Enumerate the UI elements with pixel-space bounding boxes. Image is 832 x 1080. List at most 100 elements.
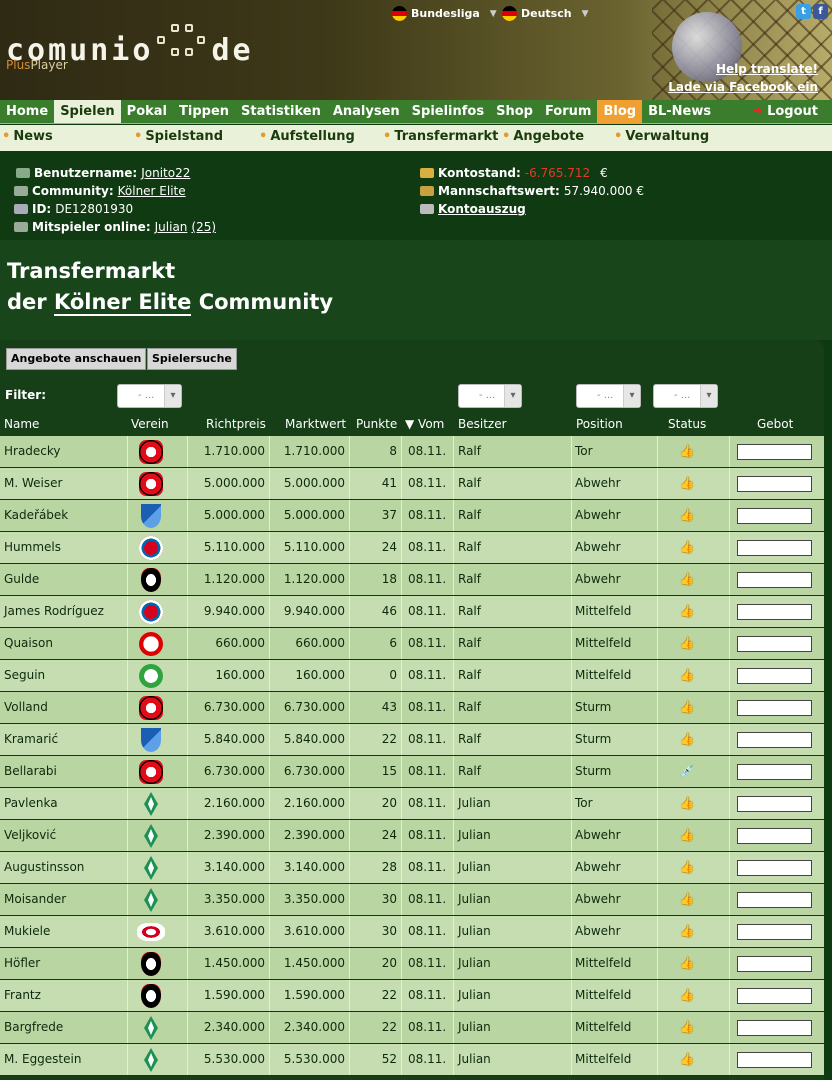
club-crest-icon[interactable] [137,952,165,976]
player-name[interactable]: Veljković [0,820,128,851]
table-row[interactable]: M. Eggestein 5.530.000 5.530.000 52 08.11. Ju… [0,1044,824,1076]
table-row[interactable]: Höfler 1.450.000 1.450.000 20 08.11. Julian Mi… [0,948,824,980]
table-row[interactable]: Gulde 1.120.000 1.120.000 18 08.11. Ralf Abweh… [0,564,824,596]
bid-input[interactable] [737,1020,812,1036]
table-row[interactable]: Hradecky 1.710.000 1.710.000 8 08.11. Ralf Tor… [0,436,824,468]
player-name[interactable]: James Rodríguez [0,596,128,627]
club-crest-icon[interactable] [137,536,165,560]
player-name[interactable]: Moisander [0,884,128,915]
community-link[interactable]: Kölner Elite [118,184,186,198]
bid-input[interactable] [737,540,812,556]
subnav-verwaltung[interactable]: Verwaltung [614,129,709,144]
table-row[interactable]: Moisander 3.350.000 3.350.000 30 08.11. Julia… [0,884,824,916]
player-name[interactable]: Gulde [0,564,128,595]
twitter-icon[interactable]: t [796,4,811,19]
table-row[interactable]: Hummels 5.110.000 5.110.000 24 08.11. Ralf Abw… [0,532,824,564]
nav-spielen[interactable]: Spielen [54,100,121,123]
player-name[interactable]: Höfler [0,948,128,979]
table-row[interactable]: Frantz 1.590.000 1.590.000 22 08.11. Julian Mi… [0,980,824,1012]
bid-input[interactable] [737,476,812,492]
nav-blog[interactable]: Blog [597,100,643,123]
player-name[interactable]: Mukiele [0,916,128,947]
bid-input[interactable] [737,668,812,684]
club-crest-icon[interactable] [137,792,165,816]
table-row[interactable]: M. Weiser 5.000.000 5.000.000 41 08.11. Ralf A… [0,468,824,500]
club-crest-icon[interactable] [137,1016,165,1040]
player-name[interactable]: Kramarić [0,724,128,755]
col-name[interactable]: Name [4,417,39,431]
col-vom[interactable]: ▼ Vom [405,417,444,431]
club-crest-icon[interactable] [137,888,165,912]
filter-status-select[interactable]: - ... [653,384,718,408]
language-selector[interactable]: Deutsch ▼ [502,6,589,21]
help-translate-link[interactable]: Help translate! [668,60,818,78]
table-row[interactable]: Bargfrede 2.340.000 2.340.000 22 08.11. Julia… [0,1012,824,1044]
club-crest-icon[interactable] [137,632,165,656]
nav-spielinfos[interactable]: Spielinfos [406,100,490,123]
bid-input[interactable] [737,508,812,524]
logout-button[interactable]: ➜ Logout [746,100,832,123]
bid-input[interactable] [737,956,812,972]
bid-input[interactable] [737,924,812,940]
club-crest-icon[interactable] [137,728,165,752]
nav-pokal[interactable]: Pokal [121,100,173,123]
bid-input[interactable] [737,700,812,716]
subnav-angebote[interactable]: Angebote [502,129,584,144]
player-name[interactable]: Hummels [0,532,128,563]
player-name[interactable]: Kadeřábek [0,500,128,531]
bid-input[interactable] [737,764,812,780]
table-row[interactable]: Kadeřábek 5.000.000 5.000.000 37 08.11. Ralf A… [0,500,824,532]
player-name[interactable]: Quaison [0,628,128,659]
bid-input[interactable] [737,444,812,460]
table-row[interactable]: James Rodríguez 9.940.000 9.940.000 46 08.11… [0,596,824,628]
table-row[interactable]: Veljković 2.390.000 2.390.000 24 08.11. Julia… [0,820,824,852]
bid-input[interactable] [737,988,812,1004]
table-row[interactable]: Seguin 160.000 160.000 0 08.11. Ralf Mittelfel… [0,660,824,692]
table-row[interactable]: Pavlenka 2.160.000 2.160.000 20 08.11. Julian… [0,788,824,820]
player-name[interactable]: M. Weiser [0,468,128,499]
filter-club-select[interactable]: - ... [117,384,182,408]
col-besitzer[interactable]: Besitzer [458,417,507,431]
club-crest-icon[interactable] [137,920,165,944]
nav-home[interactable]: Home [0,100,54,123]
nav-forum[interactable]: Forum [539,100,598,123]
player-name[interactable]: Bellarabi [0,756,128,787]
player-name[interactable]: Hradecky [0,436,128,467]
filter-owner-select[interactable]: - ... [458,384,522,408]
nav-bl-news[interactable]: BL-News [642,100,717,123]
club-crest-icon[interactable] [137,472,165,496]
view-offers-button[interactable]: Angebote anschauen [6,348,147,370]
bid-input[interactable] [737,572,812,588]
club-crest-icon[interactable] [137,760,165,784]
club-crest-icon[interactable] [137,568,165,592]
facebook-invite-link[interactable]: Lade via Facebook ein [668,78,818,96]
col-punkte[interactable]: Punkte [356,417,397,431]
online-count-link[interactable]: (25) [191,220,216,234]
subnav-spielstand[interactable]: Spielstand [134,129,223,144]
nav-statistiken[interactable]: Statistiken [235,100,327,123]
subnav-news[interactable]: News [2,129,52,144]
club-crest-icon[interactable] [137,664,165,688]
col-marktwert[interactable]: Marktwert [285,417,346,431]
league-selector[interactable]: Bundesliga ▼ [392,6,497,21]
col-verein[interactable]: Verein [131,417,169,431]
table-row[interactable]: Bellarabi 6.730.000 6.730.000 15 08.11. Ralf S… [0,756,824,788]
player-search-button[interactable]: Spielersuche [147,348,237,370]
club-crest-icon[interactable] [137,1048,165,1072]
table-row[interactable]: Mukiele 3.610.000 3.610.000 30 08.11. Julian A… [0,916,824,948]
player-name[interactable]: M. Eggestein [0,1044,128,1075]
community-title-link[interactable]: Kölner Elite [53,290,192,316]
player-name[interactable]: Augustinsson [0,852,128,883]
col-richtpreis[interactable]: Richtpreis [206,417,266,431]
player-name[interactable]: Pavlenka [0,788,128,819]
club-crest-icon[interactable] [137,984,165,1008]
online-user-link[interactable]: Julian [155,220,188,234]
subnav-transfermarkt[interactable]: Transfermarkt [383,129,498,144]
filter-position-select[interactable]: - ... [576,384,641,408]
bid-input[interactable] [737,796,812,812]
bid-input[interactable] [737,1052,812,1068]
bid-input[interactable] [737,828,812,844]
player-name[interactable]: Bargfrede [0,1012,128,1043]
bid-input[interactable] [737,636,812,652]
club-crest-icon[interactable] [137,600,165,624]
